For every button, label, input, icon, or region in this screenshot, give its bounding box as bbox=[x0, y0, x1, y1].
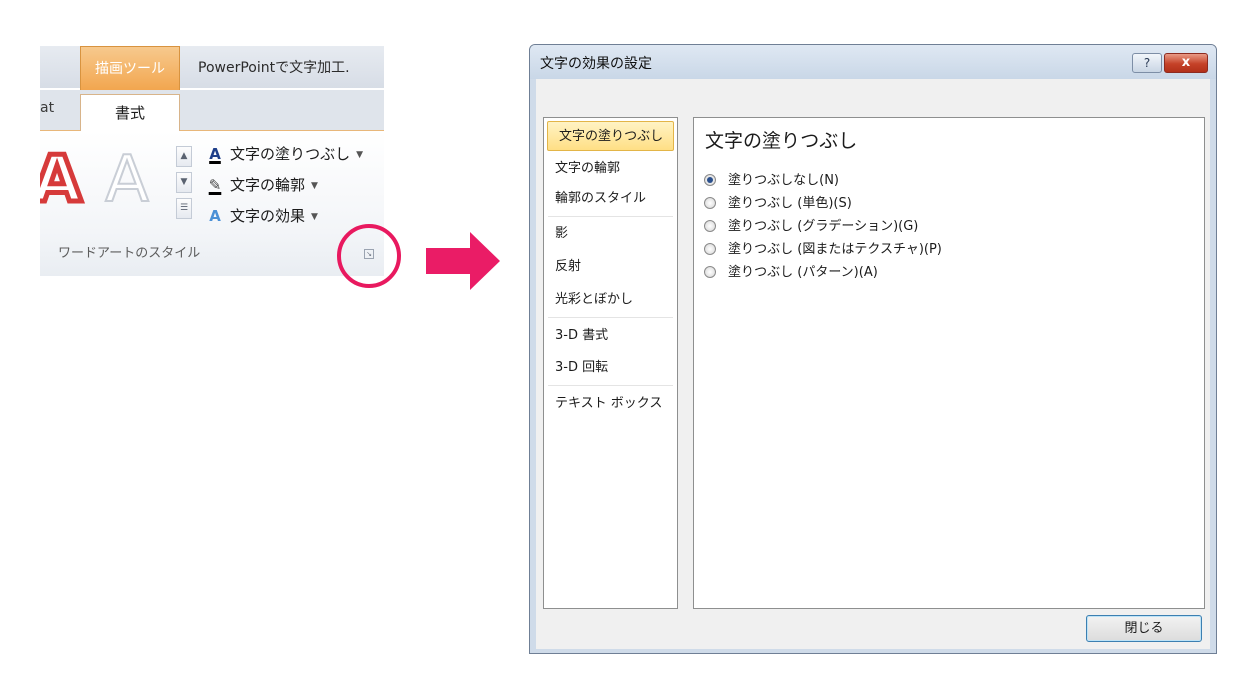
nav-item-shadow[interactable]: 影 bbox=[544, 219, 677, 249]
nav-item-text-fill[interactable]: 文字の塗りつぶし bbox=[547, 121, 674, 151]
nav-item-reflection[interactable]: 反射 bbox=[544, 252, 677, 282]
close-window-button[interactable]: x bbox=[1164, 53, 1208, 73]
tab-format[interactable]: 書式 bbox=[80, 94, 180, 131]
help-icon: ? bbox=[1143, 56, 1151, 70]
nav-item-text-box[interactable]: テキスト ボックス bbox=[544, 389, 677, 419]
text-fill-label: 文字の塗りつぶし bbox=[230, 145, 351, 163]
dialog-title: 文字の効果の設定 bbox=[540, 56, 652, 72]
chevron-down-icon: ▼ bbox=[311, 180, 318, 191]
window-title: PowerPointで文字加工. bbox=[198, 60, 350, 76]
ribbon-fragment: 描画ツール PowerPointで文字加工. at 書式 A A ▲ ▼ ☰ A… bbox=[40, 46, 384, 276]
help-button[interactable]: ? bbox=[1132, 53, 1162, 73]
nav-item-outline-style[interactable]: 輪郭のスタイル bbox=[544, 184, 677, 214]
drawing-tools-context-tab[interactable]: 描画ツール bbox=[80, 46, 180, 90]
nav-separator bbox=[548, 216, 673, 217]
text-effects-icon: A bbox=[209, 207, 221, 225]
text-outline-label: 文字の輪郭 bbox=[230, 176, 306, 194]
panel-heading: 文字の塗りつぶし bbox=[705, 130, 858, 152]
radio-picture-texture-fill[interactable]: 塗りつぶし (図またはテクスチャ)(P) bbox=[704, 240, 942, 260]
radio-button-checked[interactable] bbox=[704, 173, 716, 186]
settings-panel: 文字の塗りつぶし 塗りつぶしなし(N) 塗りつぶし (単色)(S) 塗りつぶし … bbox=[693, 117, 1205, 609]
nav-item-glow-soft-edges[interactable]: 光彩とぼかし bbox=[544, 285, 677, 315]
close-icon: x bbox=[1181, 55, 1191, 70]
text-outline-button[interactable]: ✎ 文字の輪郭 ▼ bbox=[204, 173, 318, 197]
gallery-scroll-up-button[interactable]: ▲ bbox=[176, 146, 192, 167]
radio-button[interactable] bbox=[704, 196, 716, 209]
chevron-down-icon: ▼ bbox=[311, 211, 318, 222]
radio-solid-fill[interactable]: 塗りつぶし (単色)(S) bbox=[704, 194, 852, 214]
radio-label: 塗りつぶし (単色)(S) bbox=[728, 196, 852, 211]
radio-button[interactable] bbox=[704, 219, 716, 232]
gallery-scroll-down-button[interactable]: ▼ bbox=[176, 172, 192, 193]
radio-label: 塗りつぶし (図またはテクスチャ)(P) bbox=[728, 242, 942, 257]
text-effects-label: 文字の効果 bbox=[230, 207, 306, 225]
wordart-style-red-outline[interactable]: A bbox=[40, 141, 90, 220]
highlight-circle bbox=[337, 224, 401, 288]
close-button[interactable]: 閉じる bbox=[1086, 615, 1202, 642]
text-fill-icon: A bbox=[209, 145, 221, 163]
nav-item-3d-format[interactable]: 3-D 書式 bbox=[544, 321, 677, 351]
text-outline-icon: ✎ bbox=[208, 176, 222, 194]
nav-item-3d-rotation[interactable]: 3-D 回転 bbox=[544, 353, 677, 383]
format-text-effects-dialog: 文字の効果の設定 ? x 文字の塗りつぶし 文字の輪郭 輪郭のスタイル 影 反射… bbox=[529, 44, 1217, 654]
arrow-shaft bbox=[426, 248, 472, 274]
category-list: 文字の塗りつぶし 文字の輪郭 輪郭のスタイル 影 反射 光彩とぼかし 3-D 書… bbox=[543, 117, 678, 609]
radio-button[interactable] bbox=[704, 242, 716, 255]
radio-label: 塗りつぶし (グラデーション)(G) bbox=[728, 219, 919, 234]
gallery-more-button[interactable]: ☰ bbox=[176, 198, 192, 219]
text-fill-button[interactable]: A 文字の塗りつぶし ▼ bbox=[204, 142, 363, 166]
radio-label: 塗りつぶし (パターン)(A) bbox=[728, 265, 878, 280]
group-label: ワードアートのスタイル bbox=[58, 246, 201, 261]
arrow-right-icon bbox=[470, 232, 500, 290]
radio-pattern-fill[interactable]: 塗りつぶし (パターン)(A) bbox=[704, 263, 878, 283]
radio-gradient-fill[interactable]: 塗りつぶし (グラデーション)(G) bbox=[704, 217, 918, 237]
radio-no-fill[interactable]: 塗りつぶしなし(N) bbox=[704, 171, 839, 191]
tab-partial[interactable]: at bbox=[40, 100, 54, 116]
chevron-down-icon: ▼ bbox=[356, 149, 364, 160]
nav-separator bbox=[548, 317, 673, 318]
text-effects-button[interactable]: A 文字の効果 ▼ bbox=[204, 204, 318, 228]
radio-label: 塗りつぶしなし(N) bbox=[728, 173, 839, 188]
nav-separator bbox=[548, 385, 673, 386]
wordart-style-gray-outline[interactable]: A bbox=[94, 142, 160, 218]
radio-button[interactable] bbox=[704, 265, 716, 278]
nav-item-text-outline[interactable]: 文字の輪郭 bbox=[544, 154, 677, 184]
dialog-client-area: 文字の塗りつぶし 文字の輪郭 輪郭のスタイル 影 反射 光彩とぼかし 3-D 書… bbox=[536, 79, 1210, 649]
